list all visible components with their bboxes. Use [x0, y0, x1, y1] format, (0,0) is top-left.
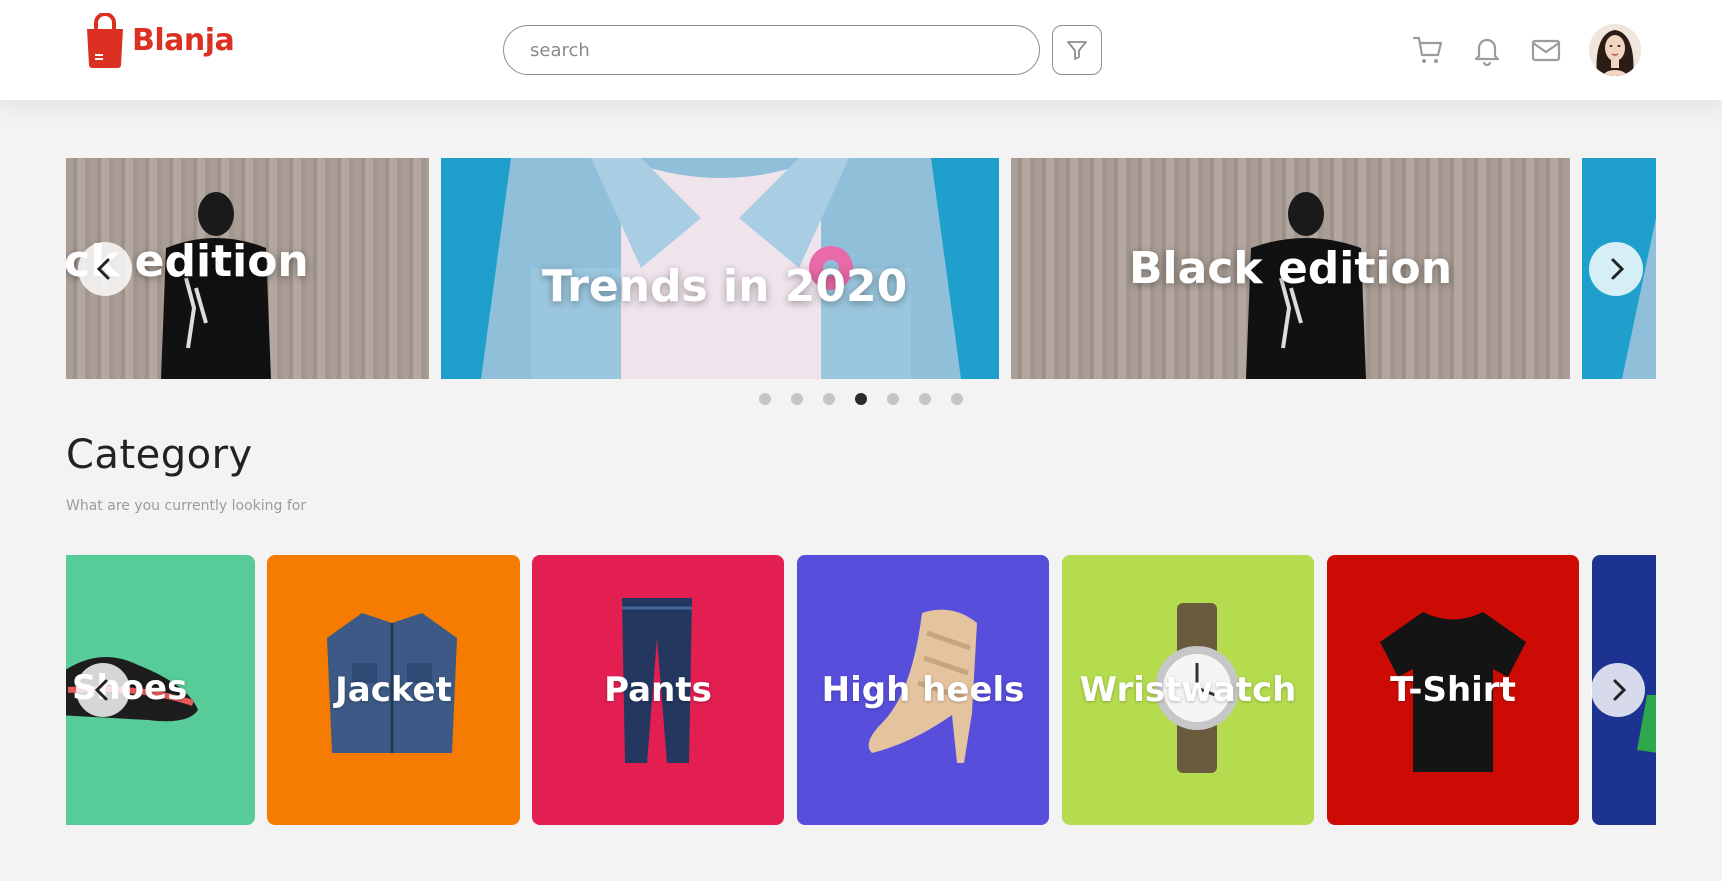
banner-carousel[interactable]: ck edition Trends in 2020 Black edition: [66, 158, 1656, 379]
category-title: Category: [66, 432, 253, 478]
chevron-right-icon: [1613, 679, 1627, 701]
category-carousel[interactable]: Shoes Jacket Pants High heels: [66, 555, 1656, 825]
mail-icon: [1531, 39, 1561, 62]
banner-slide[interactable]: Black edition: [1011, 158, 1570, 379]
category-label: High heels: [821, 670, 1025, 710]
banner-title: Trends in 2020: [542, 261, 908, 312]
filter-icon: [1067, 41, 1087, 60]
brand-logo[interactable]: Blanja: [84, 10, 235, 70]
category-label: Wristwatch: [1079, 670, 1297, 710]
chevron-left-icon: [94, 679, 108, 701]
cart-button[interactable]: [1411, 33, 1445, 67]
cart-icon: [1412, 36, 1443, 63]
bell-icon: [1474, 38, 1500, 66]
chevron-left-icon: [96, 258, 110, 280]
carousel-dot[interactable]: [951, 393, 963, 405]
notification-button[interactable]: [1470, 33, 1504, 67]
banner-slide[interactable]: Trends in 2020: [441, 158, 999, 379]
category-label: T-Shirt: [1390, 670, 1516, 710]
filter-button[interactable]: [1052, 25, 1102, 75]
carousel-dot[interactable]: [759, 393, 771, 405]
chevron-right-icon: [1611, 258, 1625, 280]
carousel-dot[interactable]: [887, 393, 899, 405]
category-subtitle: What are you currently looking for: [66, 498, 307, 514]
carousel-pagination: [759, 393, 963, 405]
brand-name: Blanja: [132, 22, 235, 58]
category-prev-button[interactable]: [76, 663, 130, 717]
carousel-dot[interactable]: [791, 393, 803, 405]
category-label: Pants: [604, 670, 712, 710]
carousel-dot[interactable]: [823, 393, 835, 405]
carousel-next-button[interactable]: [1589, 242, 1643, 296]
category-card-jacket[interactable]: Jacket: [267, 555, 520, 825]
banner-title: Black edition: [1128, 243, 1453, 294]
category-next-button[interactable]: [1591, 663, 1645, 717]
carousel-dot[interactable]: [919, 393, 931, 405]
category-label: Jacket: [335, 670, 452, 710]
category-card-wristwatch[interactable]: Wristwatch: [1062, 555, 1314, 825]
user-avatar[interactable]: [1589, 24, 1641, 76]
category-card-high-heels[interactable]: High heels: [797, 555, 1049, 825]
shopping-bag-logo-icon: [84, 11, 126, 68]
search-input[interactable]: [503, 25, 1040, 75]
top-navbar: Blanja: [0, 0, 1722, 100]
mail-button[interactable]: [1529, 33, 1563, 67]
carousel-dot-active[interactable]: [855, 393, 867, 405]
category-card-pants[interactable]: Pants: [532, 555, 784, 825]
category-card-t-shirt[interactable]: T-Shirt: [1327, 555, 1579, 825]
carousel-prev-button[interactable]: [78, 242, 132, 296]
